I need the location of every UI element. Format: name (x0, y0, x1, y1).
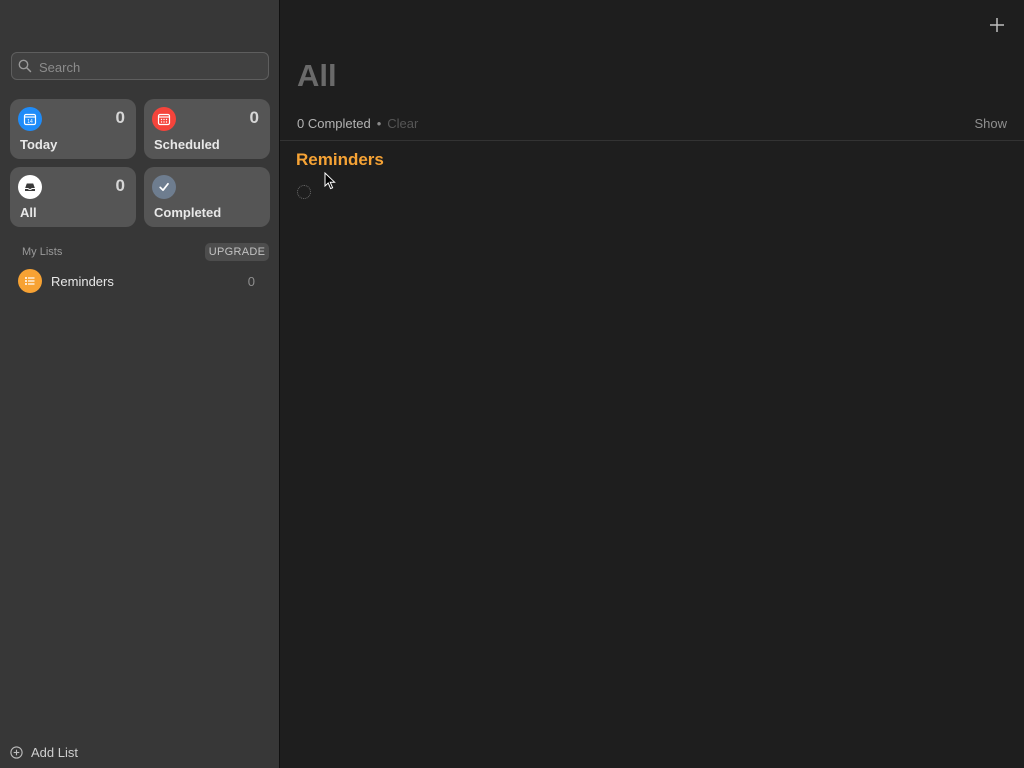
smart-list-scheduled[interactable]: 0 Scheduled (144, 99, 270, 159)
smart-list-all[interactable]: 0 All (10, 167, 136, 227)
main-content: All 0 Completed • Clear Show Reminders (280, 0, 1024, 768)
separator-dot: • (376, 116, 382, 131)
new-reminder-checkbox[interactable] (297, 185, 311, 199)
search-icon (18, 59, 32, 73)
completed-count-text: 0 Completed (297, 116, 371, 131)
list-item-reminders[interactable]: Reminders 0 (18, 269, 262, 293)
divider (280, 140, 1024, 141)
new-reminder-plus-icon[interactable] (988, 16, 1006, 34)
completed-summary: 0 Completed • Clear (297, 116, 418, 131)
checkmark-icon (152, 175, 176, 199)
list-item-count: 0 (247, 274, 255, 289)
tray-icon (18, 175, 42, 199)
show-button[interactable]: Show (974, 116, 1007, 131)
upgrade-button[interactable]: UPGRADE (205, 243, 269, 261)
page-title: All (297, 58, 337, 93)
clear-button[interactable]: Clear (387, 116, 418, 131)
smart-list-today[interactable]: 14 0 Today (10, 99, 136, 159)
add-list-label: Add List (31, 745, 78, 760)
group-title-reminders[interactable]: Reminders (296, 150, 384, 170)
add-circle-icon (10, 746, 23, 759)
scheduled-label: Scheduled (154, 137, 220, 152)
search-input[interactable] (37, 53, 266, 81)
sidebar: 14 0 Today 0 Scheduled 0 All (0, 0, 280, 768)
smart-list-completed[interactable]: Completed (144, 167, 270, 227)
completed-label: Completed (154, 205, 222, 220)
all-label: All (20, 205, 37, 220)
scheduled-count: 0 (249, 108, 259, 127)
list-item-name: Reminders (51, 274, 114, 289)
mouse-pointer-icon (324, 172, 336, 190)
search-field[interactable] (11, 52, 269, 81)
all-count: 0 (115, 176, 125, 195)
list-bullet-icon (18, 269, 42, 293)
calendar-today-icon: 14 (18, 107, 42, 131)
today-label: Today (20, 137, 58, 152)
calendar-scheduled-icon (152, 107, 176, 131)
my-lists-header: My Lists (22, 246, 63, 258)
svg-text:14: 14 (27, 119, 33, 125)
today-count: 0 (115, 108, 125, 127)
